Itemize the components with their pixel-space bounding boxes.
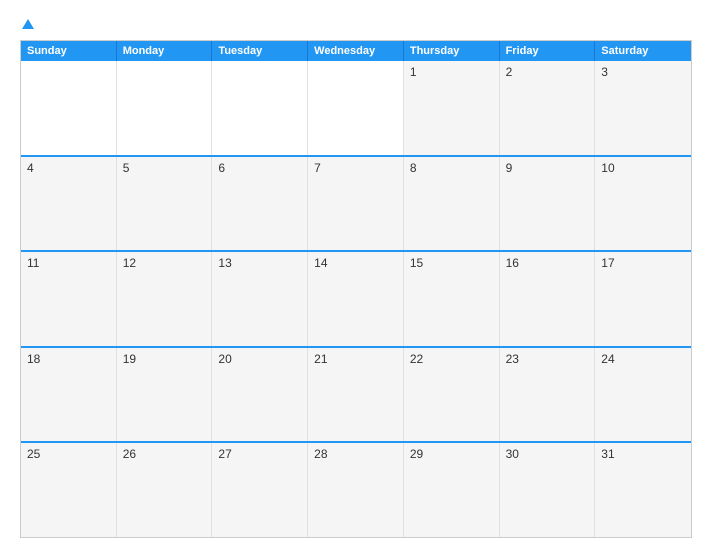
day-number: 29: [410, 447, 423, 461]
day-cell: 18: [21, 348, 117, 442]
day-number: 18: [27, 352, 40, 366]
week-row-3: 18 19 20 21 22 23 24: [21, 346, 691, 442]
day-header-monday: Monday: [117, 41, 213, 61]
logo-triangle-icon: [22, 19, 34, 29]
header: [20, 16, 692, 32]
logo: [20, 16, 34, 32]
weeks-container: 1234567891011121314151617181920212223242…: [21, 61, 691, 537]
day-header-friday: Friday: [500, 41, 596, 61]
calendar-grid: SundayMondayTuesdayWednesdayThursdayFrid…: [20, 40, 692, 538]
day-cell: 5: [117, 157, 213, 251]
day-headers-row: SundayMondayTuesdayWednesdayThursdayFrid…: [21, 41, 691, 61]
day-header-sunday: Sunday: [21, 41, 117, 61]
day-number: 2: [506, 65, 513, 79]
calendar-page: SundayMondayTuesdayWednesdayThursdayFrid…: [0, 0, 712, 550]
day-cell: 12: [117, 252, 213, 346]
day-cell: 23: [500, 348, 596, 442]
day-number: 21: [314, 352, 327, 366]
week-row-0: 1 2 3: [21, 61, 691, 155]
day-cell: 20: [212, 348, 308, 442]
day-cell: 1: [404, 61, 500, 155]
day-cell: 8: [404, 157, 500, 251]
day-header-thursday: Thursday: [404, 41, 500, 61]
day-number: 10: [601, 161, 614, 175]
day-number: 14: [314, 256, 327, 270]
day-number: 19: [123, 352, 136, 366]
day-cell: 21: [308, 348, 404, 442]
day-cell: 15: [404, 252, 500, 346]
day-cell: 19: [117, 348, 213, 442]
day-number: 28: [314, 447, 327, 461]
day-header-tuesday: Tuesday: [212, 41, 308, 61]
day-cell: 24: [595, 348, 691, 442]
day-cell: 4: [21, 157, 117, 251]
day-cell: 13: [212, 252, 308, 346]
day-cell: 14: [308, 252, 404, 346]
day-number: 1: [410, 65, 417, 79]
day-cell: 3: [595, 61, 691, 155]
day-number: 7: [314, 161, 321, 175]
day-number: 31: [601, 447, 614, 461]
day-number: 20: [218, 352, 231, 366]
day-cell: 2: [500, 61, 596, 155]
day-number: 11: [27, 256, 39, 270]
day-number: 3: [601, 65, 608, 79]
day-number: 22: [410, 352, 423, 366]
day-cell: [117, 61, 213, 155]
day-header-wednesday: Wednesday: [308, 41, 404, 61]
day-cell: [308, 61, 404, 155]
day-cell: 28: [308, 443, 404, 537]
week-row-2: 11 12 13 14 15 16 17: [21, 250, 691, 346]
day-cell: 26: [117, 443, 213, 537]
day-cell: [212, 61, 308, 155]
day-cell: 31: [595, 443, 691, 537]
day-header-saturday: Saturday: [595, 41, 691, 61]
day-cell: 17: [595, 252, 691, 346]
day-cell: 6: [212, 157, 308, 251]
day-number: 25: [27, 447, 40, 461]
day-number: 12: [123, 256, 136, 270]
day-number: 27: [218, 447, 231, 461]
week-row-1: 4 5 6 7 8 9 10: [21, 155, 691, 251]
day-cell: [21, 61, 117, 155]
day-number: 24: [601, 352, 614, 366]
day-cell: 22: [404, 348, 500, 442]
day-number: 9: [506, 161, 513, 175]
day-cell: 30: [500, 443, 596, 537]
day-number: 8: [410, 161, 417, 175]
day-cell: 27: [212, 443, 308, 537]
day-cell: 11: [21, 252, 117, 346]
day-cell: 16: [500, 252, 596, 346]
day-number: 13: [218, 256, 231, 270]
day-cell: 7: [308, 157, 404, 251]
day-number: 17: [601, 256, 614, 270]
day-number: 26: [123, 447, 136, 461]
day-number: 6: [218, 161, 225, 175]
day-number: 16: [506, 256, 519, 270]
day-cell: 25: [21, 443, 117, 537]
day-number: 15: [410, 256, 423, 270]
day-cell: 10: [595, 157, 691, 251]
day-cell: 29: [404, 443, 500, 537]
day-number: 5: [123, 161, 130, 175]
day-number: 4: [27, 161, 34, 175]
day-number: 30: [506, 447, 519, 461]
day-number: 23: [506, 352, 519, 366]
day-cell: 9: [500, 157, 596, 251]
week-row-4: 25 26 27 28 29 30 31: [21, 441, 691, 537]
